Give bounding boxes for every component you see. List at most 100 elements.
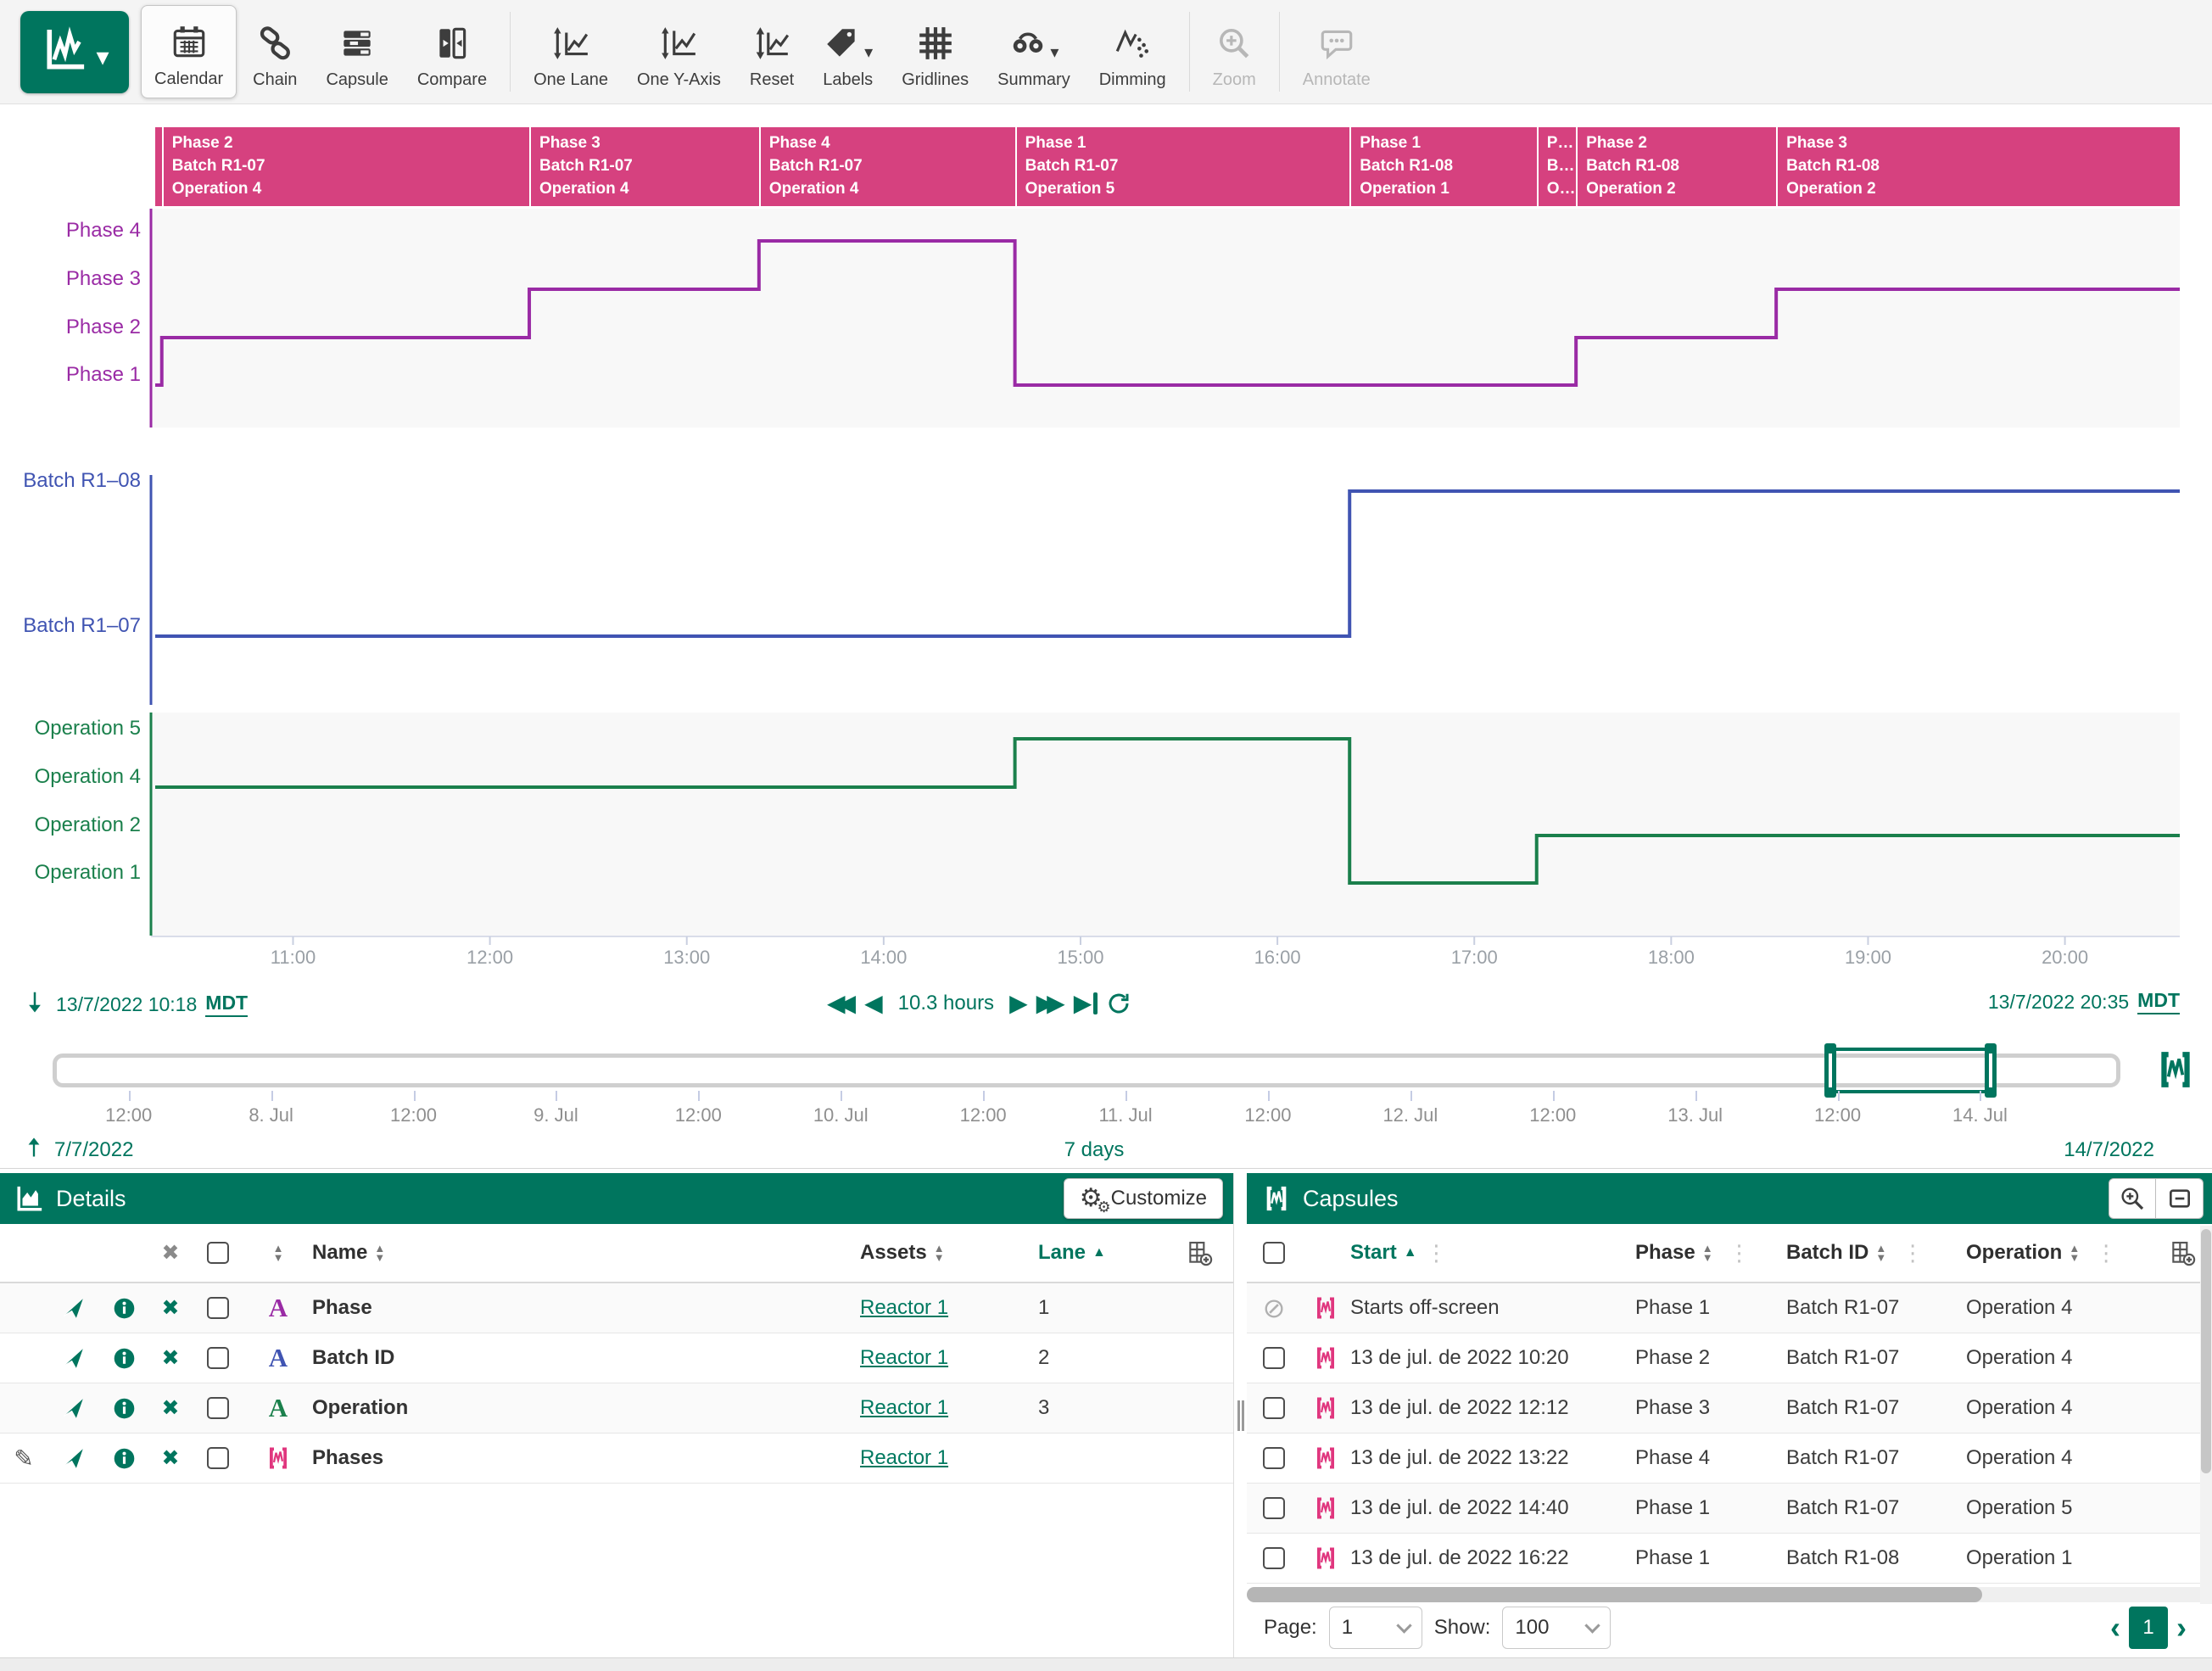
- column-menu-icon[interactable]: ⋮: [1426, 1240, 1450, 1266]
- duration-label[interactable]: 10.3 hours: [898, 992, 994, 1015]
- toolbar-button-compare[interactable]: Compare: [405, 5, 500, 98]
- details-row[interactable]: ✎ ✖ PhasesReactor 1: [0, 1433, 1233, 1484]
- item-name[interactable]: Operation: [312, 1396, 860, 1420]
- toolbar-button-capsule[interactable]: Capsule: [313, 5, 400, 98]
- capsule-bar-segment[interactable]: Phase 2Batch R1-08Operation 2: [1576, 127, 1776, 206]
- capsule-bar-segment[interactable]: Phase 3Batch R1-08Operation 2: [1776, 127, 2180, 206]
- end-datetime[interactable]: 13/7/2022 20:35: [1988, 991, 2129, 1014]
- row-checkbox[interactable]: [1263, 1397, 1285, 1419]
- prev-page-button[interactable]: ‹: [2110, 1612, 2120, 1643]
- item-name[interactable]: Batch ID: [312, 1346, 860, 1370]
- capsule-row[interactable]: 13 de jul. de 2022 12:12Phase 3Batch R1-…: [1247, 1383, 2212, 1433]
- toolbar-button-gridlines[interactable]: Gridlines: [889, 5, 981, 98]
- capsule-bar-segment[interactable]: Phase 4Batch R1-07Operation 4: [759, 127, 1015, 206]
- sort-icon[interactable]: ▲▼: [374, 1243, 385, 1262]
- capsule-time-icon[interactable]: [2154, 1048, 2197, 1091]
- capsule-bar-segment[interactable]: P…B…O…: [1537, 127, 1576, 206]
- rocket-icon[interactable]: [47, 1397, 98, 1420]
- row-checkbox[interactable]: [192, 1447, 244, 1469]
- remove-icon[interactable]: ✖: [149, 1445, 192, 1471]
- scrollbar-thumb[interactable]: [1247, 1587, 1982, 1602]
- toolbar-button-one-y-axis[interactable]: One Y-Axis: [624, 5, 734, 98]
- toolbar-button-one-lane[interactable]: One Lane: [521, 5, 621, 98]
- sort-icon[interactable]: ▲▼: [934, 1243, 945, 1262]
- capsule-row[interactable]: 13 de jul. de 2022 10:20Phase 2Batch R1-…: [1247, 1333, 2212, 1383]
- page-select[interactable]: 1: [1329, 1607, 1422, 1649]
- row-checkbox[interactable]: [192, 1397, 244, 1419]
- item-name[interactable]: Phase: [312, 1296, 860, 1320]
- info-icon[interactable]: [98, 1447, 149, 1470]
- asset-link[interactable]: Reactor 1: [860, 1396, 948, 1420]
- skip-to-now-icon[interactable]: ▶: [1074, 989, 1098, 1017]
- rocket-icon[interactable]: [47, 1297, 98, 1320]
- column-menu-icon[interactable]: ⋮: [2095, 1240, 2119, 1266]
- toolbar-button-summary[interactable]: ▾Summary: [985, 5, 1083, 98]
- select-all-checkbox[interactable]: [1247, 1242, 1301, 1264]
- sort-icon[interactable]: ▲▼: [273, 1243, 284, 1262]
- column-header-name[interactable]: Name▲▼: [312, 1241, 860, 1265]
- rocket-icon[interactable]: [47, 1447, 98, 1470]
- toolbar-button-dimming[interactable]: Dimming: [1086, 5, 1179, 98]
- worksheet-view-dropdown[interactable]: ▾: [20, 11, 129, 93]
- row-checkbox[interactable]: [1263, 1447, 1285, 1469]
- capsule-row[interactable]: 13 de jul. de 2022 13:22Phase 4Batch R1-…: [1247, 1433, 2212, 1484]
- timezone-link[interactable]: MDT: [205, 992, 248, 1017]
- selection-handle-right[interactable]: [1985, 1043, 1997, 1098]
- rocket-icon[interactable]: [47, 1347, 98, 1370]
- toolbar-button-calendar[interactable]: Calendar: [141, 5, 237, 98]
- column-header-operation[interactable]: Operation▲▼⋮: [1966, 1240, 2153, 1266]
- capsule-bar-segment[interactable]: Phase 2Batch R1-07Operation 4: [162, 127, 529, 206]
- collapse-panel-button[interactable]: [2156, 1178, 2204, 1219]
- next-page-button[interactable]: ›: [2176, 1612, 2187, 1643]
- column-menu-icon[interactable]: ⋮: [1902, 1240, 1925, 1266]
- details-row[interactable]: ✖AOperationReactor 13: [0, 1383, 1233, 1433]
- sort-icon[interactable]: ▲▼: [1875, 1243, 1886, 1262]
- timezone-link[interactable]: MDT: [2137, 989, 2180, 1014]
- capsule-row[interactable]: 13 de jul. de 2022 14:40Phase 1Batch R1-…: [1247, 1484, 2212, 1534]
- info-icon[interactable]: [98, 1297, 149, 1320]
- row-checkbox[interactable]: [192, 1347, 244, 1369]
- asset-link[interactable]: Reactor 1: [860, 1446, 948, 1470]
- row-checkbox[interactable]: [1263, 1497, 1285, 1519]
- toolbar-button-labels[interactable]: ▾Labels: [810, 5, 885, 98]
- customize-button[interactable]: ⚙⚙ Customize: [1064, 1178, 1223, 1219]
- sort-icon[interactable]: ▲▼: [2069, 1243, 2080, 1262]
- select-all-checkbox[interactable]: [192, 1242, 244, 1264]
- row-checkbox[interactable]: [1263, 1547, 1285, 1569]
- start-datetime[interactable]: 13/7/2022 10:18: [56, 993, 197, 1016]
- toolbar-button-chain[interactable]: Chain: [240, 5, 310, 98]
- toolbar-button-reset[interactable]: Reset: [737, 5, 807, 98]
- edit-pencil-icon[interactable]: ✎: [0, 1445, 47, 1473]
- capsule-bar-segment[interactable]: Phase 1Batch R1-07Operation 5: [1015, 127, 1350, 206]
- selection-handle-left[interactable]: [1824, 1043, 1836, 1098]
- show-select[interactable]: 100: [1502, 1607, 1611, 1649]
- capsule-bar-segment[interactable]: Phase 3Batch R1-07Operation 4: [529, 127, 759, 206]
- step-backward-icon[interactable]: ◀: [864, 989, 883, 1017]
- remove-icon[interactable]: ✖: [149, 1295, 192, 1321]
- details-row[interactable]: ✖APhaseReactor 11: [0, 1283, 1233, 1333]
- scrubber-selection[interactable]: [1829, 1048, 1992, 1093]
- vertical-scrollbar[interactable]: [2200, 1226, 2212, 1604]
- column-menu-icon[interactable]: ⋮: [1729, 1240, 1752, 1266]
- column-header-phase[interactable]: Phase▲▼⋮: [1635, 1240, 1786, 1266]
- fast-forward-icon[interactable]: ▶▶: [1036, 989, 1065, 1017]
- info-icon[interactable]: [98, 1347, 149, 1370]
- fast-backward-icon[interactable]: ◀◀: [827, 989, 856, 1017]
- row-checkbox[interactable]: [1263, 1347, 1285, 1369]
- info-icon[interactable]: [98, 1397, 149, 1420]
- remove-icon[interactable]: ✖: [149, 1345, 192, 1371]
- horizontal-scrollbar[interactable]: [1247, 1587, 2209, 1602]
- details-row[interactable]: ✖ABatch IDReactor 12: [0, 1333, 1233, 1383]
- column-header-assets[interactable]: Assets▲▼: [860, 1241, 1038, 1265]
- current-page-button[interactable]: 1: [2129, 1607, 2168, 1649]
- remove-all-icon[interactable]: ✖: [149, 1240, 192, 1266]
- remove-icon[interactable]: ✖: [149, 1395, 192, 1421]
- scrollbar-thumb[interactable]: [2201, 1229, 2211, 1473]
- column-header-start[interactable]: Start▲⋮: [1350, 1240, 1635, 1266]
- add-column-icon[interactable]: [1165, 1239, 1233, 1266]
- refresh-icon[interactable]: [1106, 991, 1131, 1016]
- panel-splitter[interactable]: [1234, 1173, 1247, 1657]
- capsule-bar-segment[interactable]: Phase 1Batch R1-08Operation 1: [1349, 127, 1537, 206]
- item-name[interactable]: Phases: [312, 1446, 860, 1470]
- row-checkbox[interactable]: [192, 1297, 244, 1319]
